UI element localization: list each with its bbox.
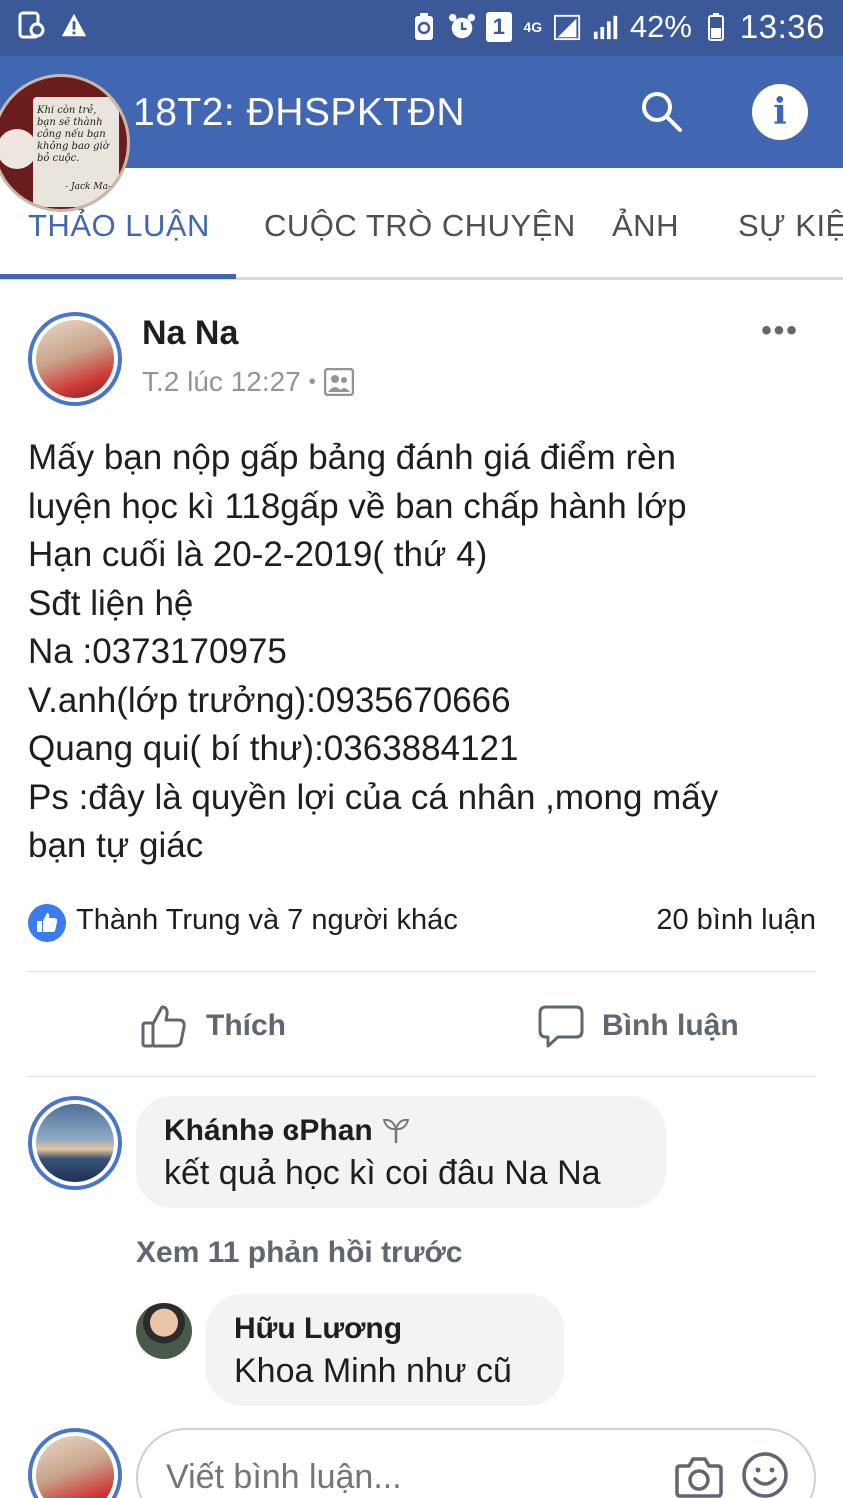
alarm-icon <box>448 13 475 39</box>
battery-icon <box>707 13 724 41</box>
like-label: Thích <box>206 1009 286 1042</box>
reactions-row: Thành Trung và 7 người khác 20 bình luận <box>28 900 816 942</box>
tab-events[interactable]: SỰ KIỆN <box>738 208 843 244</box>
cover-quote-card: Khi còn trẻ, bạn sẽ thành công nếu bạn k… <box>33 97 119 207</box>
group-audience-icon <box>323 368 354 396</box>
post-line: Ps :đây là quyền lợi của cá nhân ,mong m… <box>28 777 719 817</box>
divider <box>28 1076 816 1077</box>
sprout-icon <box>382 1118 410 1143</box>
clock: 13:36 <box>739 8 825 45</box>
post-line: Na :0373170975 <box>28 632 287 671</box>
comment-icon <box>538 1005 584 1048</box>
post-line: luyện học kì 118gấp về ban chấp hành lớp <box>28 486 687 526</box>
commenter-avatar[interactable] <box>28 1096 122 1190</box>
reply-text: Khoa Minh như cũ <box>234 1352 512 1390</box>
my-avatar <box>28 1428 122 1498</box>
network-type: 4G <box>523 19 543 35</box>
post-author-name[interactable]: Na Na <box>142 314 238 353</box>
post-meta: T.2 lúc 12:27 • <box>142 366 354 398</box>
group-cover-avatar[interactable]: Khi còn trẻ, bạn sẽ thành công nếu bạn k… <box>0 74 130 212</box>
post-line: Mấy bạn nộp gấp bảng đánh giá điểm rèn <box>28 438 676 477</box>
comment-label: Bình luận <box>602 1009 739 1042</box>
battery-percent: 42% <box>629 9 692 44</box>
battery-saver-icon <box>414 13 433 40</box>
view-previous-replies[interactable]: Xem 11 phản hồi trước <box>136 1236 462 1270</box>
reply-avatar[interactable] <box>136 1303 192 1359</box>
post-line: Sđt liện hệ <box>28 583 194 623</box>
warning-icon <box>61 13 87 37</box>
active-tab-indicator <box>0 274 236 279</box>
comment-composer[interactable] <box>136 1428 816 1498</box>
cover-quote: Khi còn trẻ, bạn sẽ thành công nếu bạn k… <box>37 105 109 164</box>
info-icon[interactable]: i <box>752 84 808 140</box>
like-button[interactable]: Thích <box>140 998 286 1054</box>
status-bar: 1 4G 42% 13:36 <box>0 0 843 56</box>
like-badge-icon <box>28 904 66 942</box>
post-more-options-icon[interactable]: ••• <box>758 314 802 348</box>
post-time[interactable]: T.2 lúc 12:27 <box>142 366 301 398</box>
comment-input[interactable] <box>166 1458 646 1497</box>
signal-bars-icon <box>593 15 618 40</box>
camera-icon[interactable] <box>674 1452 724 1498</box>
tab-discussion[interactable]: THẢO LUẬN <box>28 208 210 244</box>
post-line: Hạn cuối là 20-2-2019( thứ 4) <box>28 535 488 574</box>
comment-bubble: Khánhə ɞPhan kết quả học kì coi đâu Na N… <box>136 1096 666 1208</box>
sim-badge: 1 <box>485 12 512 42</box>
group-title: 18T2: ĐHSPKTĐN <box>133 91 466 134</box>
post-body: Mấy bạn nộp gấp bảng đánh giá điểm rèn l… <box>28 434 818 871</box>
post-author-avatar[interactable] <box>28 312 122 406</box>
post-line: Quang qui( bí thư):0363884121 <box>28 729 519 768</box>
post-line: V.anh(lớp trưởng):0935670666 <box>28 680 511 720</box>
signal-icon <box>553 14 580 41</box>
search-icon[interactable] <box>636 86 686 136</box>
comment-count[interactable]: 20 bình luận <box>656 904 816 937</box>
comment-text: kết quả học kì coi đâu Na Na <box>164 1154 601 1192</box>
cover-signature: - Jack Ma- <box>65 182 111 192</box>
post-line: bạn tự giác <box>28 826 204 865</box>
meta-separator: • <box>308 370 316 393</box>
comment-button[interactable]: Bình luận <box>538 998 739 1054</box>
notification-doc-icon <box>18 11 45 39</box>
reactions-summary[interactable]: Thành Trung và 7 người khác <box>76 904 458 937</box>
commenter-name[interactable]: Khánhə ɞPhan <box>164 1114 411 1148</box>
thumbs-up-icon <box>141 1005 186 1048</box>
reply-bubble: Hữu Lương Khoa Minh như cũ <box>206 1294 564 1406</box>
tab-chats[interactable]: CUỘC TRÒ CHUYỆN <box>264 208 576 244</box>
tab-photos[interactable]: ẢNH <box>612 208 679 244</box>
cover-figure <box>0 129 37 169</box>
divider <box>28 971 816 972</box>
group-tabs: THẢO LUẬN CUỘC TRÒ CHUYỆN ẢNH SỰ KIỆN <box>0 168 843 280</box>
emoji-icon[interactable] <box>740 1450 790 1498</box>
reply-author-name[interactable]: Hữu Lương <box>234 1312 402 1346</box>
